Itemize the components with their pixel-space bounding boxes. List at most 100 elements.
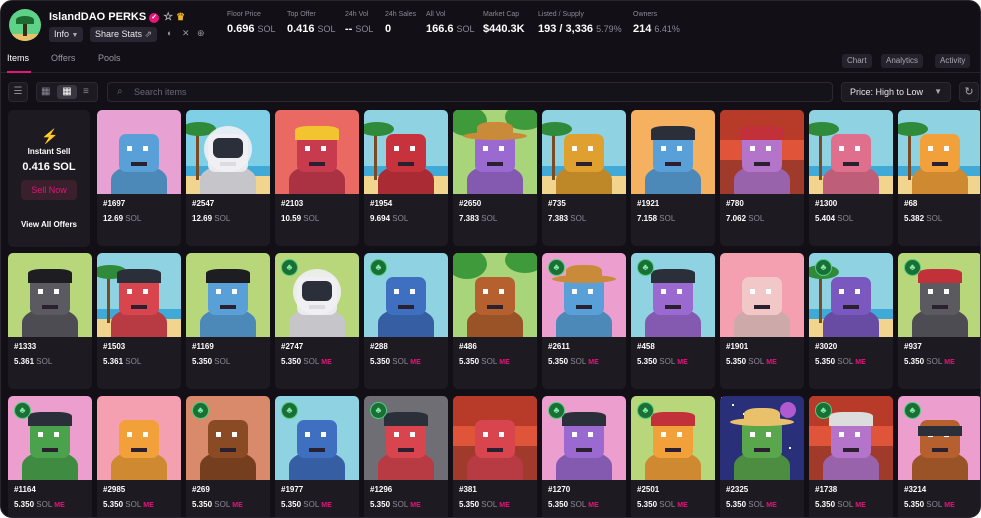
refresh-button[interactable]: ↻ [959, 82, 979, 102]
nft-card[interactable]: #486 5.350 SOL ME [453, 253, 537, 389]
nft-price: 5.350 SOL ME [726, 357, 777, 366]
nft-card[interactable]: #381 5.350 SOL ME [453, 396, 537, 517]
price-unit: SOL [835, 500, 854, 509]
nft-card[interactable]: ♣ #1296 5.350 SOL ME [364, 396, 448, 517]
nft-card[interactable]: #2985 5.350 SOL ME [97, 396, 181, 517]
tab-pools[interactable]: Pools [98, 53, 121, 63]
nft-card[interactable]: ♣ #2747 5.350 SOL ME [275, 253, 359, 389]
stat-all-vol: All Vol 166.6 SOL [426, 11, 475, 35]
info-dropdown[interactable]: Info ▼ [49, 27, 84, 42]
nft-card[interactable]: ♣ #2501 5.350 SOL ME [631, 396, 715, 517]
filter-button[interactable]: ☰ [8, 82, 28, 102]
nft-card[interactable]: ♣ #1738 5.350 SOL ME [809, 396, 893, 517]
magic-eden-icon: ME [944, 359, 955, 366]
magic-eden-icon: ME [499, 359, 510, 366]
small-grid-icon[interactable]: ▦ [57, 85, 77, 99]
nft-price: 5.350 SOL ME [192, 500, 243, 509]
price-value: 10.59 [281, 214, 302, 223]
price-unit: SOL [123, 500, 142, 509]
nft-name: #3214 [904, 485, 927, 494]
nft-price: 5.361 SOL [14, 357, 52, 366]
instant-sell-panel: ⚡ Instant Sell 0.416 SOL Sell Now View A… [8, 110, 90, 247]
nft-card[interactable]: ♣ #1164 5.350 SOL ME [8, 396, 92, 517]
nft-name: #1300 [815, 199, 838, 208]
nft-card[interactable]: ♣ #1977 5.350 SOL ME [275, 396, 359, 517]
nft-name: #288 [370, 342, 388, 351]
sort-dropdown[interactable]: Price: High to Low ▼ [841, 82, 951, 102]
search-bar[interactable]: ⌕ Search items [107, 82, 833, 102]
nft-card[interactable]: #735 7.383 SOL [542, 110, 626, 246]
nft-name: #1169 [192, 342, 214, 351]
nft-card[interactable]: ♣ #269 5.350 SOL ME [186, 396, 270, 517]
nft-card[interactable]: #2650 7.383 SOL [453, 110, 537, 246]
tab-offers[interactable]: Offers [51, 53, 75, 63]
price-unit: SOL [568, 357, 587, 366]
sell-now-button[interactable]: Sell Now [21, 180, 77, 200]
nft-card[interactable]: #780 7.062 SOL [720, 110, 804, 246]
nft-image: ♣ [898, 253, 980, 337]
globe-icon[interactable]: ⊕ [197, 28, 205, 39]
magic-eden-icon: ME [232, 502, 243, 509]
price-value: 5.350 [192, 500, 213, 509]
price-value: 7.158 [637, 214, 658, 223]
nft-card[interactable]: ♣ #1270 5.350 SOL ME [542, 396, 626, 517]
nft-card[interactable]: #1503 5.361 SOL [97, 253, 181, 389]
list-view-icon[interactable]: ≡ [83, 83, 89, 101]
analytics-button[interactable]: Analytics [881, 54, 924, 68]
chart-button[interactable]: Chart [842, 54, 872, 68]
search-input[interactable]: Search items [134, 87, 187, 97]
nft-card[interactable]: ♣ #3214 5.350 SOL ME [898, 396, 980, 517]
price-value: 5.350 [815, 357, 836, 366]
clover-badge-icon: ♣ [14, 402, 31, 419]
price-value: 5.350 [815, 500, 836, 509]
nft-card[interactable]: ♣ #288 5.350 SOL ME [364, 253, 448, 389]
nft-card[interactable]: #68 5.382 SOL [898, 110, 980, 246]
nft-image: ♣ [542, 396, 626, 480]
nft-card[interactable]: #1169 5.350 SOL [186, 253, 270, 389]
clover-badge-icon: ♣ [637, 402, 654, 419]
price-value: 7.383 [459, 214, 480, 223]
nft-card[interactable]: ♣ #3020 5.350 SOL ME [809, 253, 893, 389]
tab-items[interactable]: Items [7, 53, 29, 63]
nft-image: ♣ [364, 253, 448, 337]
nft-card[interactable]: ♣ #458 5.350 SOL ME [631, 253, 715, 389]
nft-price: 5.350 SOL ME [815, 357, 866, 366]
share-stats-button[interactable]: Share Stats ⇗ [90, 27, 158, 42]
nft-card[interactable]: #1333 5.361 SOL [8, 253, 92, 389]
price-value: 5.361 [103, 357, 124, 366]
activity-button[interactable]: Activity [935, 54, 971, 68]
nft-name: #1901 [726, 342, 749, 351]
nft-price: 5.350 SOL ME [726, 500, 777, 509]
nft-card[interactable]: #2547 12.69 SOL [186, 110, 270, 246]
nft-card[interactable]: ♣ #2611 5.350 SOL ME [542, 253, 626, 389]
price-unit: SOL [746, 357, 765, 366]
price-unit: SOL [835, 214, 854, 223]
nft-image [631, 110, 715, 194]
nft-image: ♣ [275, 396, 359, 480]
nft-card[interactable]: #1697 12.69 SOL [97, 110, 181, 246]
nft-name: #1333 [14, 342, 37, 351]
discord-icon[interactable]: ◐ [167, 28, 172, 38]
nft-name: #1697 [103, 199, 126, 208]
price-unit: SOL [123, 357, 142, 366]
nft-card[interactable]: #2325 5.350 SOL ME [720, 396, 804, 517]
clover-badge-icon: ♣ [815, 259, 832, 276]
large-grid-icon[interactable]: ▦ [41, 83, 50, 101]
star-icon[interactable]: ☆ [163, 11, 173, 23]
nft-card[interactable]: #1921 7.158 SOL [631, 110, 715, 246]
nft-card[interactable]: #1954 9.694 SOL [364, 110, 448, 246]
nft-price: 10.59 SOL [281, 214, 319, 223]
price-unit: SOL [479, 500, 498, 509]
price-value: 9.694 [370, 214, 391, 223]
nft-price: 5.382 SOL [904, 214, 942, 223]
view-all-offers-link[interactable]: View All Offers [8, 220, 90, 229]
price-unit: SOL [301, 214, 320, 223]
nft-name: #2547 [192, 199, 215, 208]
nft-card[interactable]: #2103 10.59 SOL [275, 110, 359, 246]
nft-price: 5.350 SOL ME [815, 500, 866, 509]
nft-card[interactable]: ♣ #937 5.350 SOL ME [898, 253, 980, 389]
nft-card[interactable]: #1901 5.350 SOL ME [720, 253, 804, 389]
nft-card[interactable]: #1300 5.404 SOL [809, 110, 893, 246]
price-value: 5.350 [370, 357, 391, 366]
x-icon[interactable]: ✕ [182, 28, 190, 39]
